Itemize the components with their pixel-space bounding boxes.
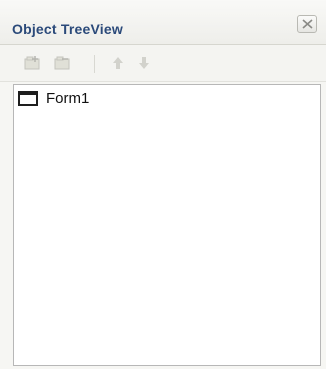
object-treeview-panel: Object TreeView Form1	[0, 0, 326, 369]
add-node-icon	[24, 56, 40, 70]
toolbar-separator	[94, 55, 95, 73]
panel-title: Object TreeView	[12, 21, 123, 37]
close-button[interactable]	[297, 15, 317, 33]
remove-object-button[interactable]	[53, 54, 73, 72]
arrow-down-icon	[139, 57, 149, 69]
add-object-button[interactable]	[23, 54, 43, 72]
object-tree[interactable]: Form1	[13, 84, 321, 366]
arrow-up-icon	[113, 57, 123, 69]
move-up-button[interactable]	[108, 54, 128, 72]
panel-titlebar: Object TreeView	[0, 0, 326, 45]
form-window-icon	[18, 90, 38, 106]
tree-node-label: Form1	[46, 89, 90, 107]
move-down-button[interactable]	[134, 54, 154, 72]
tree-node-form1[interactable]: Form1	[18, 89, 89, 107]
remove-node-icon	[54, 56, 70, 70]
close-icon	[302, 19, 313, 29]
treeview-toolbar	[0, 45, 326, 82]
